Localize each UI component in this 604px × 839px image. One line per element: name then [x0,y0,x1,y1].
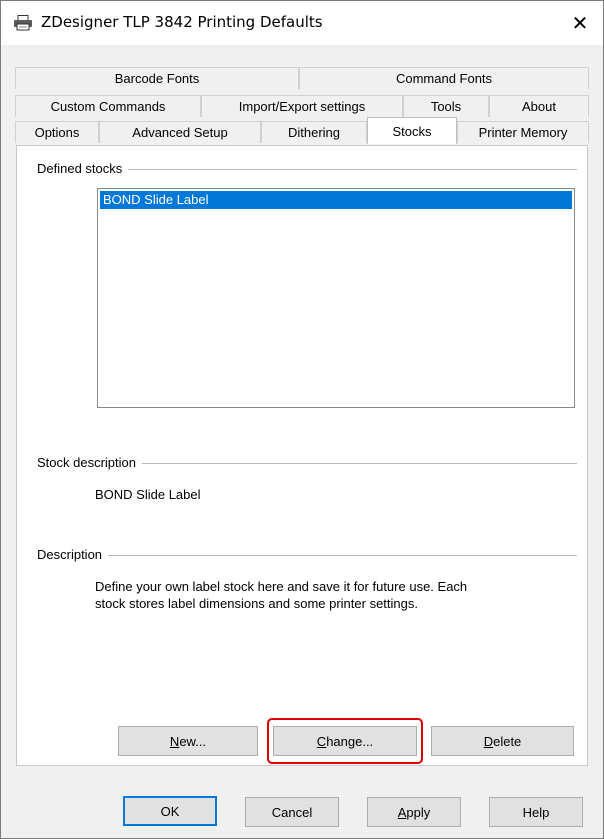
tab-tools[interactable]: Tools [403,95,489,117]
tab-options[interactable]: Options [15,121,99,143]
ok-button[interactable]: OK [123,796,217,826]
tab-label: About [522,99,556,114]
close-button[interactable]: ✕ [557,1,603,45]
tab-command-fonts[interactable]: Command Fonts [299,67,589,89]
change-button-highlight [267,718,423,764]
description-label: Description [37,547,109,562]
tab-label: Options [34,125,80,140]
printer-icon [14,15,32,31]
stock-description-value: BOND Slide Label [95,487,201,502]
button-label: Cancel [271,804,313,820]
description-text-line-2: stock stores label dimensions and some p… [95,596,418,611]
tab-row-3: Options Advanced Setup Dithering Stocks … [15,117,589,144]
tab-label: Custom Commands [50,99,166,114]
dialog-window: ZDesigner TLP 3842 Printing Defaults ✕ B… [0,0,604,839]
button-label: elete [493,733,522,749]
button-label: Help [522,804,550,820]
close-icon: ✕ [571,11,589,35]
new-button[interactable]: New... [118,726,258,756]
defined-stocks-label: Defined stocks [37,161,129,176]
cancel-button[interactable]: Cancel [245,797,339,827]
tab-label: Tools [430,99,462,114]
tab-label: Command Fonts [395,71,493,86]
button-label: ew... [179,733,207,749]
tab-custom-commands[interactable]: Custom Commands [15,95,201,117]
tab-dithering[interactable]: Dithering [261,121,367,143]
tab-printer-memory[interactable]: Printer Memory [457,121,589,143]
description-text-line-1: Define your own label stock here and sav… [95,579,468,594]
tab-label: Advanced Setup [132,125,228,140]
tab-label: Printer Memory [478,125,568,140]
button-mnemonic: D [483,733,494,749]
help-button[interactable]: Help [489,797,583,827]
stocks-panel: Defined stocks BOND Slide Label Stock de… [16,145,588,766]
tab-label: Dithering [287,125,341,140]
tab-barcode-fonts[interactable]: Barcode Fonts [15,67,299,89]
list-item[interactable]: BOND Slide Label [100,191,572,209]
divider [37,555,577,556]
tab-label: Barcode Fonts [114,71,200,86]
apply-button[interactable]: Apply [367,797,461,827]
delete-button[interactable]: Delete [431,726,574,756]
tab-import-export-settings[interactable]: Import/Export settings [201,95,403,117]
title-bar: ZDesigner TLP 3842 Printing Defaults ✕ [1,1,603,45]
tab-about[interactable]: About [489,95,589,117]
button-label: OK [160,803,180,819]
window-title: ZDesigner TLP 3842 Printing Defaults [41,13,323,31]
button-mnemonic: N [169,733,180,749]
tab-row-2: Custom Commands Import/Export settings T… [15,95,589,117]
stock-description-label: Stock description [37,455,142,470]
tab-label: Stocks [392,123,432,139]
tab-row-1: Barcode Fonts Command Fonts [15,67,589,89]
button-label: pply [406,804,431,820]
tab-label: Import/Export settings [238,99,366,114]
tab-advanced-setup[interactable]: Advanced Setup [99,121,261,143]
defined-stocks-list[interactable]: BOND Slide Label [97,188,575,408]
tab-stocks[interactable]: Stocks [367,117,457,144]
button-mnemonic: A [397,804,407,820]
